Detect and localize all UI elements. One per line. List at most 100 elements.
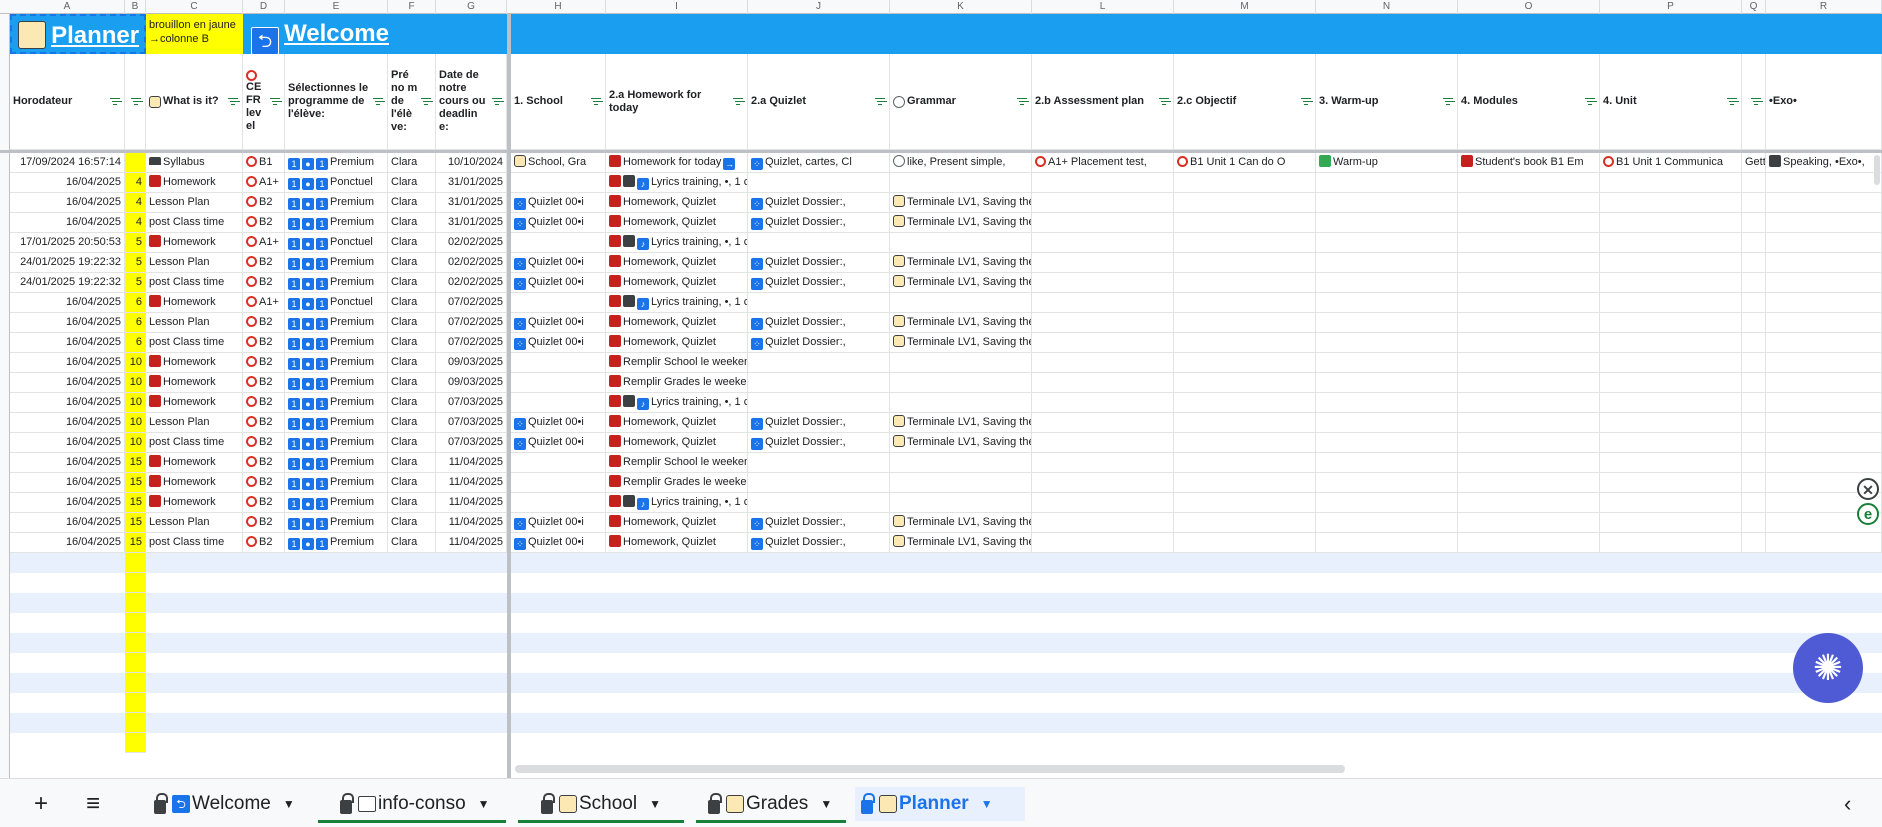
- col-letter-r[interactable]: R: [1766, 0, 1882, 14]
- cell-program[interactable]: 1 ● 1 Premium: [285, 333, 388, 353]
- close-icon[interactable]: ✕: [1857, 478, 1879, 500]
- cell-school[interactable]: [511, 233, 606, 253]
- cell-date[interactable]: 11/04/2025: [436, 453, 507, 473]
- cell-objectif[interactable]: [1174, 213, 1316, 233]
- cell-modules[interactable]: [1458, 233, 1600, 253]
- col-letter-d[interactable]: D: [243, 0, 285, 14]
- cell-program[interactable]: 1 ● 1 Premium: [285, 493, 388, 513]
- spreadsheet-grid[interactable]: A B C D E F G H I J K L M N O P Q R Plan…: [0, 0, 1882, 778]
- cell-warmup[interactable]: [1316, 413, 1458, 433]
- cell-date[interactable]: 07/02/2025: [436, 313, 507, 333]
- col-letter-l[interactable]: L: [1032, 0, 1174, 14]
- cell-unit[interactable]: [1600, 213, 1742, 233]
- cell-unit[interactable]: [1600, 173, 1742, 193]
- cell-level[interactable]: B2: [243, 353, 285, 373]
- empty-row[interactable]: [10, 613, 1882, 633]
- cell-quizlet[interactable]: ⁘ Quizlet Dossier:,: [748, 533, 890, 553]
- cell-q[interactable]: [1742, 513, 1766, 533]
- assistant-fab-icon[interactable]: ✺: [1793, 633, 1863, 703]
- cell-q[interactable]: [1742, 373, 1766, 393]
- cell-timestamp[interactable]: 24/01/2025 19:22:32: [10, 273, 125, 293]
- cell-quizlet[interactable]: ⁘ Quizlet Dossier:,: [748, 433, 890, 453]
- filter-icon[interactable]: [1727, 97, 1737, 106]
- cell-q[interactable]: [1742, 433, 1766, 453]
- cell-timestamp[interactable]: 16/04/2025: [10, 333, 125, 353]
- cell-q[interactable]: [1742, 173, 1766, 193]
- cell-type[interactable]: Lesson Plan: [146, 193, 243, 213]
- cell-warmup[interactable]: [1316, 273, 1458, 293]
- cell-date[interactable]: 31/01/2025: [436, 193, 507, 213]
- col-letter-h[interactable]: H: [511, 0, 606, 14]
- cell-modules[interactable]: [1458, 193, 1600, 213]
- cell-unit[interactable]: [1600, 293, 1742, 313]
- cell-warmup[interactable]: [1316, 493, 1458, 513]
- cell-program[interactable]: 1 ● 1 Premium: [285, 453, 388, 473]
- cell-assessment[interactable]: [1032, 373, 1174, 393]
- cell-grammar[interactable]: [890, 393, 1032, 413]
- cell-objectif[interactable]: [1174, 413, 1316, 433]
- cell-homework[interactable]: ♪Lyrics training, •, 1 chanson karaoké: [606, 293, 748, 313]
- filter-icon[interactable]: [270, 97, 280, 106]
- cell-student[interactable]: Clara: [388, 353, 436, 373]
- cell-modules[interactable]: [1458, 293, 1600, 313]
- cell-unit[interactable]: [1600, 233, 1742, 253]
- cell-grammar[interactable]: [890, 373, 1032, 393]
- cell-type[interactable]: Lesson Plan: [146, 413, 243, 433]
- cell-type[interactable]: post Class time: [146, 213, 243, 233]
- cell-modules[interactable]: [1458, 393, 1600, 413]
- cell-program[interactable]: 1 ● 1 Premium: [285, 313, 388, 333]
- filter-icon[interactable]: [373, 97, 383, 106]
- header-cell-r[interactable]: •Exo•: [1766, 54, 1882, 150]
- cell-q[interactable]: [1742, 453, 1766, 473]
- filter-icon[interactable]: [1301, 97, 1311, 106]
- cell-date[interactable]: 02/02/2025: [436, 233, 507, 253]
- cell-unit[interactable]: [1600, 353, 1742, 373]
- cell-quizlet[interactable]: ⁘ Quizlet Dossier:,: [748, 413, 890, 433]
- cell-timestamp[interactable]: 16/04/2025: [10, 213, 125, 233]
- cell-timestamp[interactable]: 16/04/2025: [10, 293, 125, 313]
- cell-student[interactable]: Clara: [388, 433, 436, 453]
- cell-grammar[interactable]: like, Present simple,: [890, 153, 1032, 173]
- cell-unit[interactable]: [1600, 193, 1742, 213]
- cell-quizlet[interactable]: ⁘ Quizlet Dossier:,: [748, 273, 890, 293]
- cell-assessment[interactable]: [1032, 313, 1174, 333]
- cell-q[interactable]: [1742, 473, 1766, 493]
- cell-timestamp[interactable]: 16/04/2025: [10, 373, 125, 393]
- cell-quizlet[interactable]: [748, 293, 890, 313]
- cell-unit[interactable]: [1600, 453, 1742, 473]
- cell-quizlet[interactable]: ⁘ Quizlet Dossier:,: [748, 213, 890, 233]
- cell-timestamp[interactable]: 24/01/2025 19:22:32: [10, 253, 125, 273]
- col-letter-i[interactable]: I: [606, 0, 748, 14]
- cell-grammar[interactable]: [890, 473, 1032, 493]
- welcome-title-cell[interactable]: ⮌ Welcome: [243, 14, 507, 55]
- cell-type[interactable]: Homework: [146, 173, 243, 193]
- cell-homework[interactable]: Homework, Quizlet: [606, 333, 748, 353]
- cell-warmup[interactable]: [1316, 233, 1458, 253]
- cell-type[interactable]: Homework: [146, 233, 243, 253]
- cell-date[interactable]: 02/02/2025: [436, 253, 507, 273]
- cell-exo[interactable]: [1766, 353, 1882, 373]
- header-cell-c[interactable]: What is it?: [146, 54, 243, 150]
- cell-week[interactable]: 6: [125, 293, 146, 313]
- cell-school[interactable]: ⁘ Quizlet 00•i: [511, 193, 606, 213]
- cell-week[interactable]: 15: [125, 493, 146, 513]
- cell-week[interactable]: 10: [125, 413, 146, 433]
- cell-timestamp[interactable]: 16/04/2025: [10, 453, 125, 473]
- cell-exo[interactable]: [1766, 433, 1882, 453]
- cell-week[interactable]: 10: [125, 393, 146, 413]
- cell-type[interactable]: Homework: [146, 453, 243, 473]
- cell-objectif[interactable]: [1174, 173, 1316, 193]
- cell-date[interactable]: 07/03/2025: [436, 433, 507, 453]
- chevron-down-icon[interactable]: ▼: [981, 797, 993, 811]
- cell-warmup[interactable]: [1316, 433, 1458, 453]
- cell-level[interactable]: B2: [243, 333, 285, 353]
- cell-homework[interactable]: Remplir Grades le weekend: [606, 473, 748, 493]
- cell-type[interactable]: Homework: [146, 493, 243, 513]
- cell-modules[interactable]: [1458, 473, 1600, 493]
- filter-icon[interactable]: [1585, 97, 1595, 106]
- cell-type[interactable]: post Class time: [146, 433, 243, 453]
- cell-modules[interactable]: [1458, 333, 1600, 353]
- cell-week[interactable]: 15: [125, 513, 146, 533]
- cell-type[interactable]: Homework: [146, 393, 243, 413]
- cell-q[interactable]: [1742, 213, 1766, 233]
